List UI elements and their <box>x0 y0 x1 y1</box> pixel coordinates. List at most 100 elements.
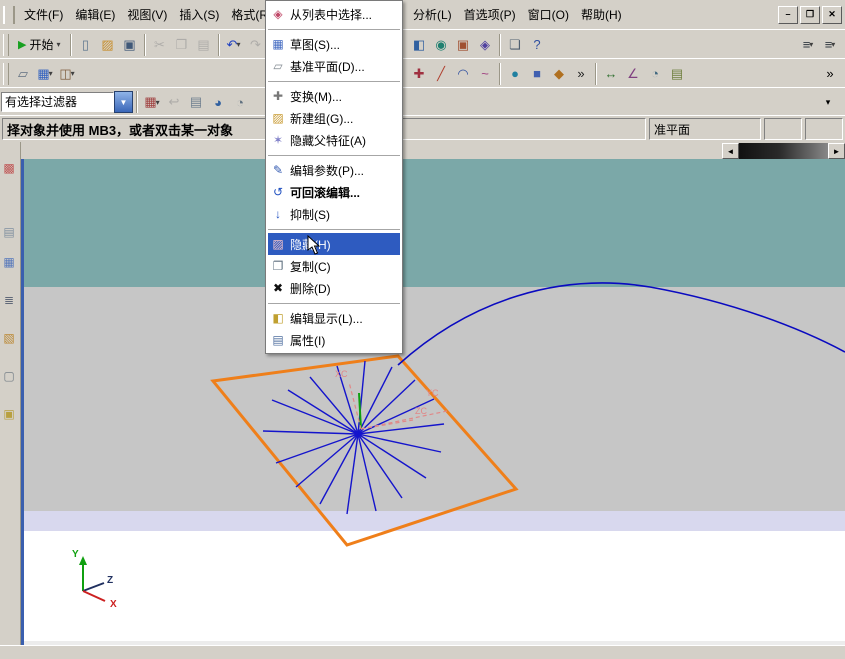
block-tool-icon[interactable]: ■ <box>526 63 548 85</box>
context-menu-item[interactable]: ▦ 草图(S)... <box>268 33 400 55</box>
arc-tool-icon[interactable]: ◠ <box>452 63 474 85</box>
open-file-icon[interactable]: ▨ <box>97 34 119 56</box>
copy-item-icon: ❐ <box>272 259 284 273</box>
undo-icon[interactable]: ↶ ▾ <box>223 34 245 56</box>
boolean-tool-icon[interactable]: ◆ <box>548 63 570 85</box>
paste-icon[interactable]: ▤ <box>193 34 215 56</box>
sidebar-system-icon[interactable]: ▣ <box>1 406 17 422</box>
menubar-item[interactable]: 首选项(P) <box>458 5 522 25</box>
shaded-ball-icon[interactable]: ◕ <box>207 91 229 113</box>
menubar-item[interactable]: 帮助(H) <box>575 5 628 25</box>
status-cell <box>764 118 802 140</box>
line-tool-icon[interactable]: ╱ <box>430 63 452 85</box>
more-tools-icon[interactable]: » <box>570 63 592 85</box>
horizontal-scrollbar[interactable]: ◄ ► <box>722 143 845 159</box>
context-menu-item-label: 变换(M)... <box>290 89 342 104</box>
context-menu-item[interactable]: ◧ 编辑显示(L)... <box>268 307 400 329</box>
context-menu-item-label: 隐藏父特征(A) <box>290 133 366 148</box>
context-menu-item[interactable]: ▨隐藏(H) <box>268 233 400 255</box>
new-file-icon[interactable]: ▯ <box>75 34 97 56</box>
scrollbar-track[interactable] <box>739 143 828 159</box>
redo-icon[interactable]: ↷ <box>245 34 267 56</box>
point-tool-icon[interactable]: ✚ <box>408 63 430 85</box>
scroll-left-icon[interactable]: ◄ <box>722 143 739 159</box>
context-menu-item[interactable]: ↺ 可回滚编辑... <box>268 181 400 203</box>
menubar-item[interactable]: 插入(S) <box>173 5 225 25</box>
wire-ball-icon[interactable]: ◔ <box>229 91 251 113</box>
toolbar-options-icon[interactable]: ≡ ▾ <box>797 34 819 56</box>
selection-filter-combo[interactable]: 有选择过滤器 ▼ <box>1 91 133 113</box>
toolbar-row3-left-icons: ▱ ▦ ▾ ◫ ▾ <box>12 63 78 85</box>
layer-settings-icon[interactable]: ▤ <box>666 63 688 85</box>
close-icon[interactable]: ✕ <box>822 6 842 24</box>
menubar-item[interactable]: 视图(V) <box>121 5 173 25</box>
sidebar-part-navigator-icon[interactable]: ≣ <box>1 292 17 308</box>
toolbar-separator <box>499 62 501 85</box>
back-icon[interactable]: ↩ <box>163 91 185 113</box>
sidebar-roles-icon[interactable]: ▢ <box>1 368 17 384</box>
copy-icon-glyph: ❐ <box>175 36 188 52</box>
selection-filter-value[interactable]: 有选择过滤器 <box>1 92 114 112</box>
sidebar-history-icon[interactable]: ▩ <box>1 160 17 176</box>
context-help-icon[interactable]: ? <box>526 34 548 56</box>
chevron-down-icon: ▾ <box>809 40 814 49</box>
copy-icon[interactable]: ❐ <box>171 34 193 56</box>
view-orient-icon[interactable]: ◧ <box>408 34 430 56</box>
scroll-right-icon[interactable]: ► <box>828 143 845 159</box>
work-layer-icon[interactable]: ▤ <box>185 91 207 113</box>
context-menu-item[interactable]: ✖ 删除(D) <box>268 277 400 299</box>
overflow-chevron-icon[interactable]: » <box>819 63 841 85</box>
menubar-item[interactable]: 窗口(O) <box>522 5 575 25</box>
canvas-left-edge <box>21 159 24 645</box>
window-icon[interactable]: ❏ <box>504 34 526 56</box>
snap-point-icon[interactable]: ▦ ▾ <box>141 91 163 113</box>
transform-icon: ✚ <box>272 89 284 103</box>
menubar-item[interactable]: 分析(L) <box>407 5 458 25</box>
curve-tool-icon[interactable]: ~ <box>474 63 496 85</box>
datum-plane-tool-icon[interactable]: ▱ <box>12 63 34 85</box>
menubar-item[interactable]: 编辑(E) <box>69 5 121 25</box>
context-menu-item[interactable]: ▨ 新建组(G)... <box>268 107 400 129</box>
sphere-tool-icon[interactable]: ● <box>504 63 526 85</box>
context-menu-item[interactable]: ↓ 抑制(S) <box>268 203 400 225</box>
menubar-item[interactable]: 文件(F) <box>18 5 69 25</box>
context-menu-item[interactable]: ✚ 变换(M)... <box>268 85 400 107</box>
sidebar-constraint-icon[interactable]: ▦ <box>1 254 17 270</box>
measure-distance-icon[interactable]: ↔ <box>600 63 622 85</box>
sketch-tool-icon[interactable]: ▦ ▾ <box>34 63 56 85</box>
context-menu-item[interactable]: ✶ 隐藏父特征(A) <box>268 129 400 151</box>
restore-icon[interactable]: ❐ <box>800 6 820 24</box>
resource-bar: ▩ ▤ ▦ ≣ ▧ ▢ ▣ <box>0 142 21 645</box>
feature-tool-icon[interactable]: ◫ ▾ <box>56 63 78 85</box>
minimize-icon[interactable]: – <box>778 6 798 24</box>
work-layer-icon-glyph: ▤ <box>189 94 203 109</box>
menu-separator <box>268 25 400 33</box>
context-menu-item[interactable]: ◈ 从列表中选择... <box>268 3 400 25</box>
sphere-tool-icon-glyph: ● <box>511 66 519 81</box>
more-dropdown-icon[interactable]: ▾ <box>817 91 839 113</box>
toolbar-separator <box>217 33 220 56</box>
sidebar-assembly-icon[interactable]: ▤ <box>1 224 17 240</box>
sidebar-palette-icon[interactable]: ▧ <box>1 330 17 346</box>
start-play-icon: ▶ <box>18 39 27 51</box>
toolbar-overflow: » <box>819 63 841 85</box>
context-menu-item[interactable]: ▱ 基准平面(D)... <box>268 55 400 77</box>
measure-angle-icon[interactable]: ∠ <box>622 63 644 85</box>
info-analysis-icon[interactable]: ◔ <box>644 63 666 85</box>
context-menu-item[interactable]: ▤ 属性(I) <box>268 329 400 351</box>
cube-view-icon-glyph: ▣ <box>456 36 470 52</box>
menubar: 文件(F) 编辑(E) 视图(V) 插入(S) 格式(R) 分析(L) 首选项(P) 窗口(… <box>0 0 845 30</box>
context-menu-item[interactable]: ❐ 复制(C) <box>268 255 400 277</box>
combo-dropdown-icon[interactable]: ▼ <box>114 91 133 113</box>
shaded-view-icon[interactable]: ◉ <box>430 34 452 56</box>
graphics-canvas[interactable] <box>21 159 845 645</box>
save-icon[interactable]: ▣ <box>119 34 141 56</box>
start-button[interactable]: ▶ 开始 ▾ <box>12 33 67 57</box>
iso-view-icon[interactable]: ◈ <box>474 34 496 56</box>
menu-separator <box>268 225 400 233</box>
toolbar-options2-icon[interactable]: ≡ ▾ <box>819 34 841 56</box>
cube-view-icon[interactable]: ▣ <box>452 34 474 56</box>
back-icon-glyph: ↩ <box>168 94 180 109</box>
context-menu-item[interactable]: ✎ 编辑参数(P)... <box>268 159 400 181</box>
cut-icon[interactable]: ✂ <box>149 34 171 56</box>
